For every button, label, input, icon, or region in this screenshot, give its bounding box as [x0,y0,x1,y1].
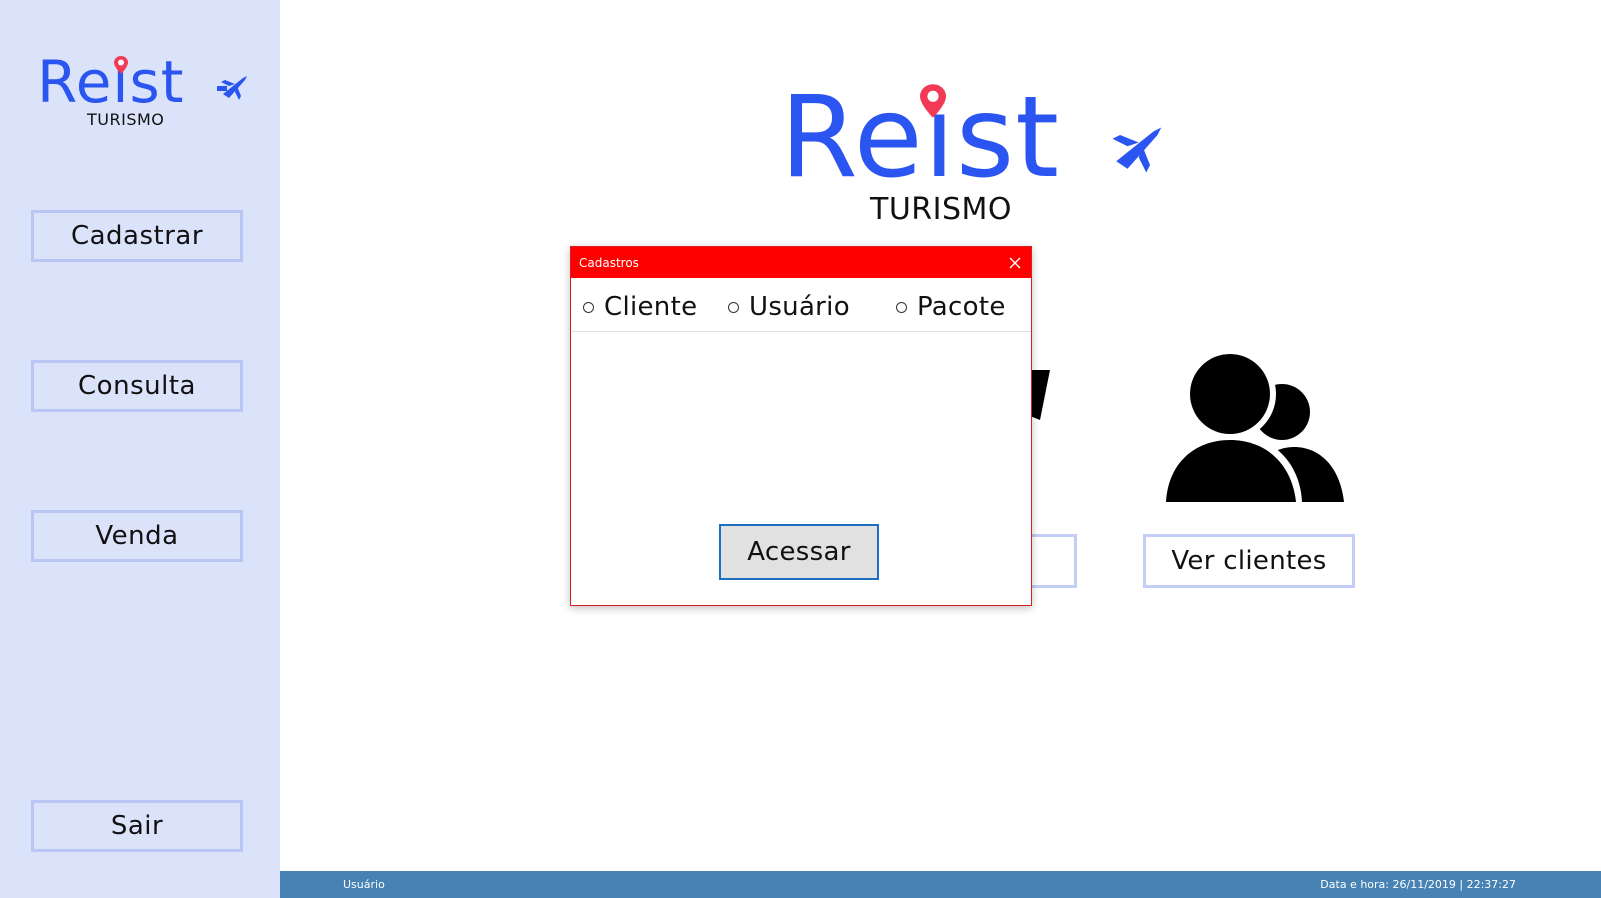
sidebar-logo: Reist TURISMO [37,48,247,129]
radio-pacote[interactable]: Pacote [896,292,1006,322]
cadastrar-button[interactable]: Cadastrar [31,210,243,262]
acessar-button[interactable]: Acessar [719,524,879,580]
status-bar: Usuário Data e hora: 26/11/2019 | 22:37:… [280,871,1601,898]
location-pin-icon [114,56,128,74]
users-icon [1160,352,1344,502]
radio-label: Pacote [917,292,1006,322]
airplane-icon [217,76,247,100]
airplane-icon [1112,127,1162,173]
radio-label: Usuário [749,292,850,322]
status-datetime: Data e hora: 26/11/2019 | 22:37:27 [1320,878,1516,891]
main-logo: Reist TURISMO [780,78,1162,227]
location-pin-icon [920,84,946,118]
radio-cliente[interactable]: Cliente [583,292,697,322]
status-user: Usuário [343,878,385,891]
radio-usuario[interactable]: Usuário [728,292,850,322]
radio-label: Cliente [604,292,698,322]
sidebar: Reist TURISMO Cadastrar Consulta Venda S… [0,0,280,898]
sair-button[interactable]: Sair [31,800,243,852]
radio-indicator[interactable] [583,301,594,313]
option-group: Cliente Usuário Pacote [571,278,1031,332]
ver-clientes-button[interactable]: Ver clientes [1143,534,1355,588]
close-icon [1009,257,1021,268]
radio-indicator[interactable] [896,301,907,313]
cadastros-dialog: Cadastros Cliente Usuário Pacote Acessar [570,246,1032,606]
radio-indicator[interactable] [728,301,739,313]
close-button[interactable] [999,247,1031,278]
venda-button[interactable]: Venda [31,510,243,562]
dialog-title: Cadastros [579,256,639,270]
consulta-button[interactable]: Consulta [31,360,243,412]
dialog-titlebar[interactable]: Cadastros [571,247,1031,278]
logo-wordmark: Reist [37,48,185,116]
